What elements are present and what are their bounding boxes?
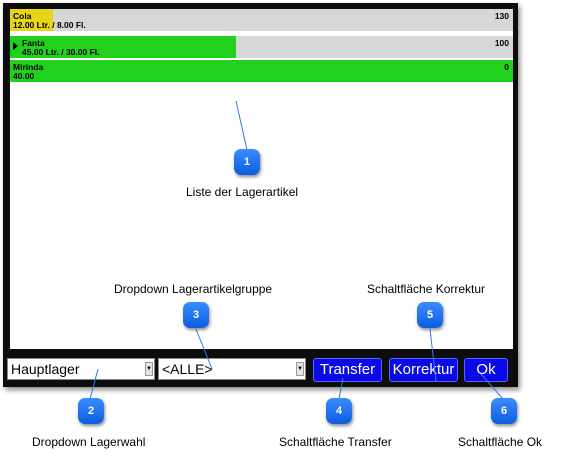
callout-label: Schaltfläche Korrektur [367,282,486,296]
annotation-connector-lines [89,100,504,400]
callout-label: Liste der Lagerartikel [186,185,299,199]
callout-badge: 1 [234,149,260,175]
callout-badge: 5 [417,302,443,328]
callout-badge: 2 [78,398,104,424]
callout-label: Schaltfläche Ok [458,435,543,449]
callout-badge: 6 [491,398,517,424]
callout-label: Schaltfläche Transfer [279,435,392,449]
callout-label: Dropdown Lagerwahl [32,435,146,449]
callout-badge: 3 [183,302,209,328]
callout-label: Dropdown Lagerartikelgruppe [114,282,273,296]
callout-badge: 4 [326,398,352,424]
